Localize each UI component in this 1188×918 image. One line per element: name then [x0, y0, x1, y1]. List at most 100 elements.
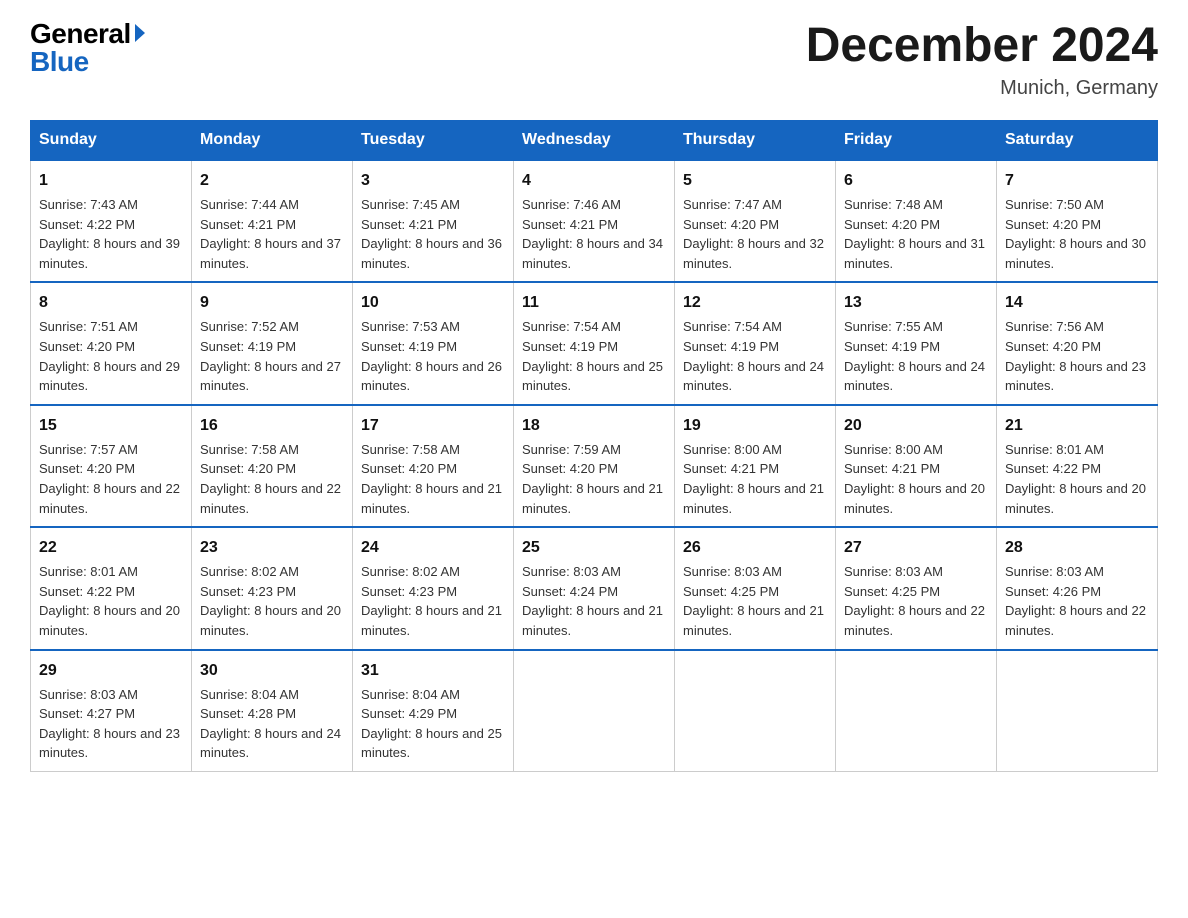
day-number: 13 — [844, 291, 988, 314]
day-cell — [836, 650, 997, 772]
day-cell: 31 Sunrise: 8:04 AMSunset: 4:29 PMDaylig… — [353, 650, 514, 772]
day-number: 6 — [844, 169, 988, 192]
day-number: 24 — [361, 536, 505, 559]
day-cell: 4 Sunrise: 7:46 AMSunset: 4:21 PMDayligh… — [514, 160, 675, 282]
day-number: 14 — [1005, 291, 1149, 314]
day-cell: 13 Sunrise: 7:55 AMSunset: 4:19 PMDaylig… — [836, 282, 997, 404]
header-saturday: Saturday — [997, 120, 1158, 160]
day-cell: 6 Sunrise: 7:48 AMSunset: 4:20 PMDayligh… — [836, 160, 997, 282]
day-info: Sunrise: 7:50 AMSunset: 4:20 PMDaylight:… — [1005, 197, 1146, 271]
day-cell: 29 Sunrise: 8:03 AMSunset: 4:27 PMDaylig… — [31, 650, 192, 772]
day-number: 20 — [844, 414, 988, 437]
header-monday: Monday — [192, 120, 353, 160]
day-info: Sunrise: 7:56 AMSunset: 4:20 PMDaylight:… — [1005, 319, 1146, 393]
day-cell — [514, 650, 675, 772]
logo-general-text: General — [30, 20, 131, 48]
day-number: 19 — [683, 414, 827, 437]
day-number: 16 — [200, 414, 344, 437]
day-cell: 28 Sunrise: 8:03 AMSunset: 4:26 PMDaylig… — [997, 527, 1158, 649]
day-number: 22 — [39, 536, 183, 559]
day-cell: 9 Sunrise: 7:52 AMSunset: 4:19 PMDayligh… — [192, 282, 353, 404]
day-number: 23 — [200, 536, 344, 559]
title-block: December 2024 Munich, Germany — [806, 20, 1158, 100]
day-number: 21 — [1005, 414, 1149, 437]
day-info: Sunrise: 8:04 AMSunset: 4:28 PMDaylight:… — [200, 687, 341, 761]
page-header: General Blue December 2024 Munich, Germa… — [30, 20, 1158, 100]
day-info: Sunrise: 7:58 AMSunset: 4:20 PMDaylight:… — [361, 442, 502, 516]
day-number: 31 — [361, 659, 505, 682]
day-cell — [675, 650, 836, 772]
day-info: Sunrise: 8:02 AMSunset: 4:23 PMDaylight:… — [200, 564, 341, 638]
day-cell: 12 Sunrise: 7:54 AMSunset: 4:19 PMDaylig… — [675, 282, 836, 404]
day-number: 25 — [522, 536, 666, 559]
day-number: 7 — [1005, 169, 1149, 192]
day-cell: 25 Sunrise: 8:03 AMSunset: 4:24 PMDaylig… — [514, 527, 675, 649]
week-row-1: 8 Sunrise: 7:51 AMSunset: 4:20 PMDayligh… — [31, 282, 1158, 404]
day-info: Sunrise: 7:57 AMSunset: 4:20 PMDaylight:… — [39, 442, 180, 516]
day-cell: 15 Sunrise: 7:57 AMSunset: 4:20 PMDaylig… — [31, 405, 192, 527]
day-cell: 17 Sunrise: 7:58 AMSunset: 4:20 PMDaylig… — [353, 405, 514, 527]
header-friday: Friday — [836, 120, 997, 160]
week-row-2: 15 Sunrise: 7:57 AMSunset: 4:20 PMDaylig… — [31, 405, 1158, 527]
header-thursday: Thursday — [675, 120, 836, 160]
day-info: Sunrise: 8:03 AMSunset: 4:26 PMDaylight:… — [1005, 564, 1146, 638]
day-info: Sunrise: 7:55 AMSunset: 4:19 PMDaylight:… — [844, 319, 985, 393]
day-info: Sunrise: 8:03 AMSunset: 4:27 PMDaylight:… — [39, 687, 180, 761]
header-wednesday: Wednesday — [514, 120, 675, 160]
day-info: Sunrise: 7:46 AMSunset: 4:21 PMDaylight:… — [522, 197, 663, 271]
day-number: 17 — [361, 414, 505, 437]
day-info: Sunrise: 7:47 AMSunset: 4:20 PMDaylight:… — [683, 197, 824, 271]
logo-triangle-icon — [135, 24, 145, 42]
day-cell: 14 Sunrise: 7:56 AMSunset: 4:20 PMDaylig… — [997, 282, 1158, 404]
day-cell — [997, 650, 1158, 772]
day-info: Sunrise: 8:02 AMSunset: 4:23 PMDaylight:… — [361, 564, 502, 638]
day-cell: 16 Sunrise: 7:58 AMSunset: 4:20 PMDaylig… — [192, 405, 353, 527]
day-info: Sunrise: 7:53 AMSunset: 4:19 PMDaylight:… — [361, 319, 502, 393]
day-number: 30 — [200, 659, 344, 682]
week-row-3: 22 Sunrise: 8:01 AMSunset: 4:22 PMDaylig… — [31, 527, 1158, 649]
day-cell: 7 Sunrise: 7:50 AMSunset: 4:20 PMDayligh… — [997, 160, 1158, 282]
day-info: Sunrise: 7:54 AMSunset: 4:19 PMDaylight:… — [683, 319, 824, 393]
day-cell: 10 Sunrise: 7:53 AMSunset: 4:19 PMDaylig… — [353, 282, 514, 404]
month-title: December 2024 — [806, 20, 1158, 73]
day-info: Sunrise: 8:03 AMSunset: 4:25 PMDaylight:… — [683, 564, 824, 638]
day-info: Sunrise: 7:45 AMSunset: 4:21 PMDaylight:… — [361, 197, 502, 271]
day-info: Sunrise: 8:04 AMSunset: 4:29 PMDaylight:… — [361, 687, 502, 761]
day-cell: 30 Sunrise: 8:04 AMSunset: 4:28 PMDaylig… — [192, 650, 353, 772]
day-cell: 22 Sunrise: 8:01 AMSunset: 4:22 PMDaylig… — [31, 527, 192, 649]
day-number: 4 — [522, 169, 666, 192]
week-row-4: 29 Sunrise: 8:03 AMSunset: 4:27 PMDaylig… — [31, 650, 1158, 772]
day-cell: 11 Sunrise: 7:54 AMSunset: 4:19 PMDaylig… — [514, 282, 675, 404]
calendar-table: SundayMondayTuesdayWednesdayThursdayFrid… — [30, 120, 1158, 772]
header-tuesday: Tuesday — [353, 120, 514, 160]
day-number: 8 — [39, 291, 183, 314]
day-cell: 5 Sunrise: 7:47 AMSunset: 4:20 PMDayligh… — [675, 160, 836, 282]
week-row-0: 1 Sunrise: 7:43 AMSunset: 4:22 PMDayligh… — [31, 160, 1158, 282]
day-number: 18 — [522, 414, 666, 437]
day-number: 27 — [844, 536, 988, 559]
day-cell: 24 Sunrise: 8:02 AMSunset: 4:23 PMDaylig… — [353, 527, 514, 649]
logo: General Blue — [30, 20, 145, 76]
day-number: 11 — [522, 291, 666, 314]
day-number: 26 — [683, 536, 827, 559]
day-info: Sunrise: 8:03 AMSunset: 4:25 PMDaylight:… — [844, 564, 985, 638]
day-info: Sunrise: 8:01 AMSunset: 4:22 PMDaylight:… — [1005, 442, 1146, 516]
day-info: Sunrise: 7:54 AMSunset: 4:19 PMDaylight:… — [522, 319, 663, 393]
day-cell: 3 Sunrise: 7:45 AMSunset: 4:21 PMDayligh… — [353, 160, 514, 282]
day-info: Sunrise: 8:01 AMSunset: 4:22 PMDaylight:… — [39, 564, 180, 638]
day-info: Sunrise: 8:00 AMSunset: 4:21 PMDaylight:… — [844, 442, 985, 516]
day-cell: 2 Sunrise: 7:44 AMSunset: 4:21 PMDayligh… — [192, 160, 353, 282]
day-number: 3 — [361, 169, 505, 192]
day-cell: 27 Sunrise: 8:03 AMSunset: 4:25 PMDaylig… — [836, 527, 997, 649]
day-number: 5 — [683, 169, 827, 192]
day-info: Sunrise: 8:03 AMSunset: 4:24 PMDaylight:… — [522, 564, 663, 638]
location: Munich, Germany — [806, 77, 1158, 100]
day-cell: 20 Sunrise: 8:00 AMSunset: 4:21 PMDaylig… — [836, 405, 997, 527]
calendar-header-row: SundayMondayTuesdayWednesdayThursdayFrid… — [31, 120, 1158, 160]
day-number: 12 — [683, 291, 827, 314]
header-sunday: Sunday — [31, 120, 192, 160]
day-info: Sunrise: 7:43 AMSunset: 4:22 PMDaylight:… — [39, 197, 180, 271]
day-cell: 23 Sunrise: 8:02 AMSunset: 4:23 PMDaylig… — [192, 527, 353, 649]
day-info: Sunrise: 7:51 AMSunset: 4:20 PMDaylight:… — [39, 319, 180, 393]
day-info: Sunrise: 7:44 AMSunset: 4:21 PMDaylight:… — [200, 197, 341, 271]
